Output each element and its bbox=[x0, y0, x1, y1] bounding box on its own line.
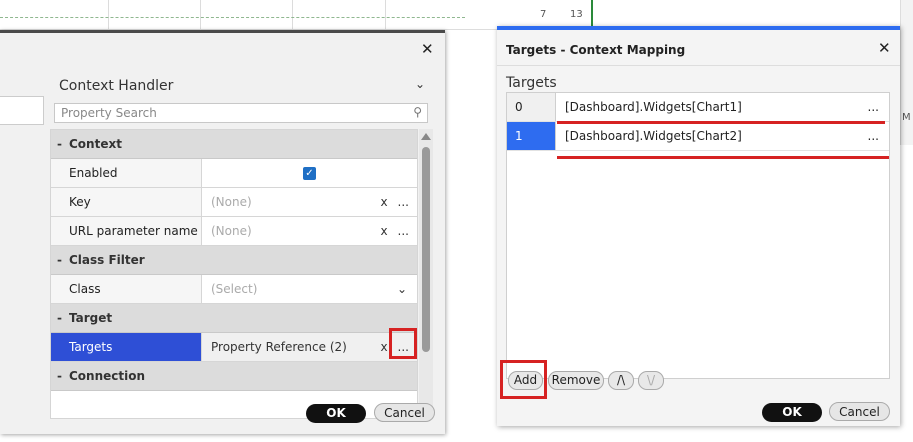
divider bbox=[497, 65, 900, 66]
targets-list: 0 [Dashboard].Widgets[Chart1] ... 1 [Das… bbox=[506, 92, 890, 379]
scrollbar[interactable] bbox=[419, 129, 433, 419]
highlight-box bbox=[389, 328, 417, 359]
property-name: URL parameter name bbox=[51, 217, 202, 245]
scroll-up-icon[interactable] bbox=[421, 133, 431, 140]
dialog-title: Targets - Context Mapping bbox=[506, 43, 686, 57]
section-target[interactable]: - Target bbox=[51, 304, 417, 333]
targets-label: Targets bbox=[506, 75, 557, 91]
grid-line bbox=[200, 0, 201, 30]
tick-label-7: 7 bbox=[540, 9, 547, 20]
ok-button[interactable]: OK bbox=[306, 404, 366, 423]
scroll-thumb[interactable] bbox=[422, 147, 430, 352]
ok-button[interactable]: OK bbox=[762, 403, 822, 422]
add-button[interactable]: Add bbox=[508, 371, 543, 390]
property-grid: - Context Enabled ✓ Key (None) x... URL p… bbox=[50, 129, 418, 419]
search-icon: ⚲ bbox=[413, 105, 422, 119]
row-value[interactable]: [Dashboard].Widgets[Chart2] ... bbox=[556, 122, 889, 150]
axis-marker bbox=[591, 0, 593, 26]
property-row-class: Class (Select) ⌄ bbox=[51, 275, 417, 304]
clear-button[interactable]: x bbox=[380, 195, 387, 209]
key-value[interactable]: (None) x... bbox=[202, 188, 417, 216]
section-context[interactable]: - Context bbox=[51, 130, 417, 159]
target-row-selected[interactable]: 1 [Dashboard].Widgets[Chart2] ... bbox=[507, 122, 889, 151]
url-parameter-value[interactable]: (None) x... bbox=[202, 217, 417, 245]
grid-line bbox=[292, 0, 293, 30]
more-button[interactable]: ... bbox=[398, 195, 409, 209]
dashed-line bbox=[0, 17, 465, 18]
targets-value[interactable]: Property Reference (2) x... bbox=[202, 333, 417, 361]
close-icon[interactable]: ✕ bbox=[878, 41, 891, 56]
row-index: 1 bbox=[507, 122, 556, 150]
section-connection[interactable]: - Connection bbox=[51, 362, 417, 391]
side-panel-row bbox=[0, 96, 44, 125]
highlight-underline bbox=[557, 156, 889, 159]
property-row-targets[interactable]: Targets Property Reference (2) x... bbox=[51, 333, 417, 362]
background-panel bbox=[900, 0, 913, 145]
edge-label: M bbox=[902, 112, 911, 123]
target-row[interactable]: 0 [Dashboard].Widgets[Chart1] ... bbox=[507, 93, 889, 122]
property-search-input[interactable]: Property Search ⚲ bbox=[54, 103, 428, 123]
chevron-down-icon: ⌄ bbox=[396, 282, 407, 296]
row-index: 0 bbox=[507, 93, 556, 121]
move-up-button[interactable]: /\ bbox=[608, 371, 634, 390]
property-name: Targets bbox=[51, 333, 202, 361]
tick-label-13: 13 bbox=[570, 9, 583, 20]
grid-line bbox=[385, 0, 386, 30]
grid-line bbox=[108, 0, 109, 30]
property-row-key: Key (None) x... bbox=[51, 188, 417, 217]
class-select[interactable]: (Select) ⌄ bbox=[202, 275, 417, 303]
property-name: Key bbox=[51, 188, 202, 216]
more-button[interactable]: ... bbox=[868, 122, 879, 150]
property-name: Enabled bbox=[51, 159, 202, 187]
enabled-checkbox[interactable]: ✓ bbox=[303, 167, 316, 180]
close-icon[interactable]: ✕ bbox=[421, 42, 434, 57]
more-button[interactable]: ... bbox=[868, 93, 879, 121]
remove-button[interactable]: Remove bbox=[548, 371, 604, 390]
handler-title: Context Handler bbox=[59, 78, 174, 94]
section-class-filter[interactable]: - Class Filter bbox=[51, 246, 417, 275]
property-row-url-parameter: URL parameter name (None) x... bbox=[51, 217, 417, 246]
properties-dialog: ✕ Context Handler ⌄ Property Search ⚲ -C… bbox=[0, 30, 445, 434]
clear-button[interactable]: x bbox=[380, 340, 387, 354]
chevron-down-icon[interactable]: ⌄ bbox=[415, 77, 425, 91]
targets-dialog: Targets - Context Mapping ✕ Targets 0 [D… bbox=[497, 26, 900, 426]
move-down-button[interactable]: \/ bbox=[638, 371, 664, 390]
cancel-button[interactable]: Cancel bbox=[374, 403, 435, 422]
cancel-button[interactable]: Cancel bbox=[829, 402, 890, 421]
clear-button[interactable]: x bbox=[380, 224, 387, 238]
row-value[interactable]: [Dashboard].Widgets[Chart1] ... bbox=[556, 93, 889, 121]
property-name: Class bbox=[51, 275, 202, 303]
more-button[interactable]: ... bbox=[398, 224, 409, 238]
highlight-underline bbox=[557, 121, 885, 124]
property-row-enabled: Enabled ✓ bbox=[51, 159, 417, 188]
